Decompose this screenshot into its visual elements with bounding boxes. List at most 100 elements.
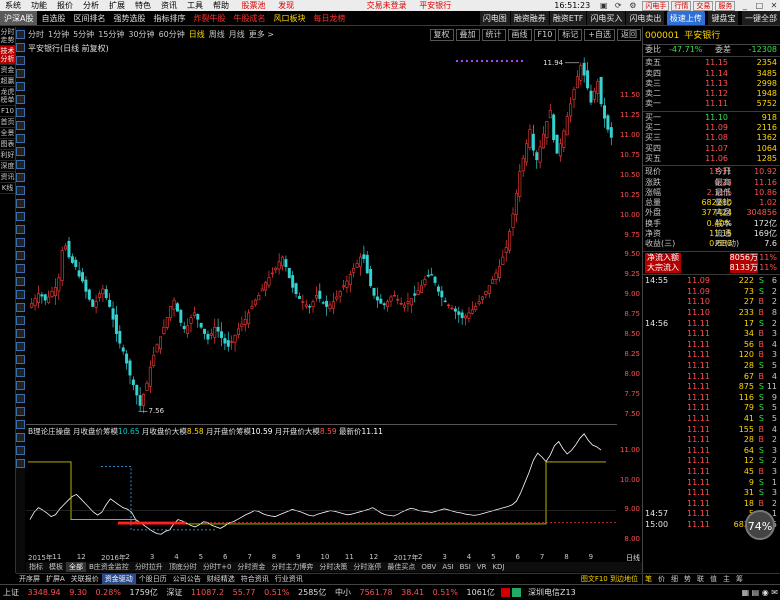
sidebar-tool-icon[interactable] (16, 173, 25, 182)
sub-tab-5[interactable]: 公司公告 (170, 574, 204, 584)
sidebar-tool-icon[interactable] (16, 43, 25, 52)
indicator-tab-10[interactable]: 分时涨停 (350, 562, 384, 572)
candlestick-chart[interactable]: 11.94 7.56 (26, 56, 617, 423)
period-right-button-6[interactable]: +自选 (584, 29, 615, 41)
period-9[interactable]: 更多 > (247, 29, 276, 41)
indicator-tab-4[interactable]: 分时拉升 (132, 562, 166, 572)
period-5[interactable]: 60分钟 (157, 29, 187, 41)
lock-icon[interactable]: ▣ (598, 0, 610, 11)
sub-tab-1[interactable]: 扩屏A (43, 574, 68, 584)
sidebar-tool-icon[interactable] (16, 108, 25, 117)
left-tab-5[interactable]: F10 (0, 106, 15, 117)
indicator-tab-8[interactable]: 分时主力博弈 (268, 562, 316, 572)
sidebar-tool-icon[interactable] (16, 277, 25, 286)
toolbar-yellow-item-0[interactable]: 风口板块 (269, 11, 309, 25)
left-tab-11[interactable]: 资讯 (0, 172, 15, 183)
close-icon[interactable]: ✕ (768, 0, 780, 11)
sidebar-tool-icon[interactable] (16, 134, 25, 143)
sub-tab-8[interactable]: 行业资讯 (272, 574, 306, 584)
toolbar-red-item-1[interactable]: 牛股成名 (229, 11, 269, 25)
sidebar-tool-icon[interactable] (16, 69, 25, 78)
period-8[interactable]: 月线 (227, 29, 247, 41)
indicator-tab-7[interactable]: 分时资金 (234, 562, 268, 572)
sidebar-tool-icon[interactable] (16, 186, 25, 195)
stock-pool-menu[interactable]: 股票池 (237, 0, 271, 11)
sidebar-tool-icon[interactable] (16, 394, 25, 403)
toolbar-item-1[interactable]: 自选股 (37, 11, 69, 25)
menu-item-0[interactable]: 系统 (0, 0, 26, 11)
discover-menu[interactable]: 发现 (273, 0, 299, 11)
sidebar-tool-icon[interactable] (16, 199, 25, 208)
menu-item-4[interactable]: 扩展 (104, 0, 130, 11)
sidebar-tool-icon[interactable] (16, 264, 25, 273)
sidebar-tool-icon[interactable] (16, 30, 25, 39)
menu-right-button-2[interactable]: 交易 (693, 1, 714, 11)
period-right-button-1[interactable]: 叠加 (455, 29, 480, 41)
sidebar-tool-icon[interactable] (16, 342, 25, 351)
sidebar-tool-icon[interactable] (16, 303, 25, 312)
toolbar-item-0[interactable]: 沪深A股 (0, 11, 38, 25)
sidebar-tool-icon[interactable] (16, 290, 25, 299)
sub-tab-3[interactable]: 资金驱动 (101, 574, 136, 584)
period-right-button-2[interactable]: 统计 (481, 29, 506, 41)
indicator-tab-5[interactable]: 顶底分时 (166, 562, 200, 572)
menu-item-3[interactable]: 分析 (78, 0, 104, 11)
toolbar-right-item-4[interactable]: 闪电卖出 (626, 11, 665, 25)
toolbar-red-item-0[interactable]: 炸裂牛股 (189, 11, 229, 25)
sub-tab-7[interactable]: 符合资讯 (238, 574, 272, 584)
sub-tab-6[interactable]: 财经精选 (204, 574, 238, 584)
sidebar-tool-icon[interactable] (16, 251, 25, 260)
percent-circle[interactable]: 74% (745, 510, 775, 540)
indicator-chart[interactable] (26, 424, 617, 552)
sidebar-tool-icon[interactable] (16, 56, 25, 65)
indicator-tab-1[interactable]: 模板 (46, 562, 66, 572)
toolbar-item-2[interactable]: 区间排名 (69, 11, 109, 25)
edge-position-button[interactable]: 到边地位 (610, 575, 638, 583)
period-0[interactable]: 分时 (26, 29, 46, 41)
quick-upload-button[interactable]: 极速上传 (666, 11, 705, 25)
menu-item-8[interactable]: 帮助 (208, 0, 234, 11)
indicator-tab-14[interactable]: BSI (457, 562, 474, 572)
refresh-icon[interactable]: ⟳ (612, 0, 624, 11)
menu-item-7[interactable]: 工具 (182, 0, 208, 11)
indicator-tab-15[interactable]: VR (474, 562, 490, 572)
period-7[interactable]: 周线 (207, 29, 227, 41)
left-tab-3[interactable]: 超赢 (0, 76, 15, 87)
left-tab-9[interactable]: 利好 (0, 150, 15, 161)
sidebar-tool-icon[interactable] (16, 121, 25, 130)
sub-tab-4[interactable]: 个股日历 (136, 574, 170, 584)
sidebar-tool-icon[interactable] (16, 381, 25, 390)
zx-index-label[interactable]: 中小 (332, 585, 354, 600)
left-tab-7[interactable]: 全景 (0, 128, 15, 139)
toolbar-right-item-0[interactable]: 闪电图 (479, 11, 510, 25)
toolbar-extra-item-0[interactable]: 键盘宝 (708, 11, 739, 25)
indicator-tab-12[interactable]: OBV (418, 562, 439, 572)
sidebar-tool-icon[interactable] (16, 82, 25, 91)
menu-item-1[interactable]: 功能 (26, 0, 52, 11)
indicator-tab-6[interactable]: 分时T+0 (200, 562, 235, 572)
left-tab-2[interactable]: 资金 (0, 65, 15, 76)
sidebar-tool-icon[interactable] (16, 355, 25, 364)
sidebar-tool-icon[interactable] (16, 316, 25, 325)
menu-item-5[interactable]: 特色 (130, 0, 156, 11)
left-tab-4[interactable]: 龙虎榜单 (0, 87, 15, 106)
left-tab-10[interactable]: 深度 (0, 161, 15, 172)
sub-tab-0[interactable]: 开序屏 (16, 574, 43, 584)
alert-icon[interactable] (501, 588, 511, 597)
sidebar-tool-icon[interactable] (16, 433, 25, 442)
sidebar-tool-icon[interactable] (16, 446, 25, 455)
toolbar-yellow-item-1[interactable]: 每日龙榜 (309, 11, 349, 25)
left-tab-8[interactable]: 图表 (0, 139, 15, 150)
toolbar-item-4[interactable]: 指标排序 (149, 11, 189, 25)
menu-right-button-3[interactable]: 服务 (715, 1, 736, 11)
menu-right-button-1[interactable]: 行情 (671, 1, 692, 11)
left-tab-0[interactable]: 分时走势 (0, 27, 15, 46)
period-right-button-0[interactable]: 复权 (429, 29, 454, 41)
sub-tab-2[interactable]: 关联报价 (68, 574, 102, 584)
menu-item-2[interactable]: 报价 (52, 0, 78, 11)
maximize-icon[interactable]: □ (753, 0, 765, 11)
menu-item-6[interactable]: 资讯 (156, 0, 182, 11)
indicator-tab-16[interactable]: KDJ (489, 562, 507, 572)
menu-right-button-0[interactable]: 闪电手 (642, 1, 670, 11)
sidebar-tool-icon[interactable] (16, 212, 25, 221)
